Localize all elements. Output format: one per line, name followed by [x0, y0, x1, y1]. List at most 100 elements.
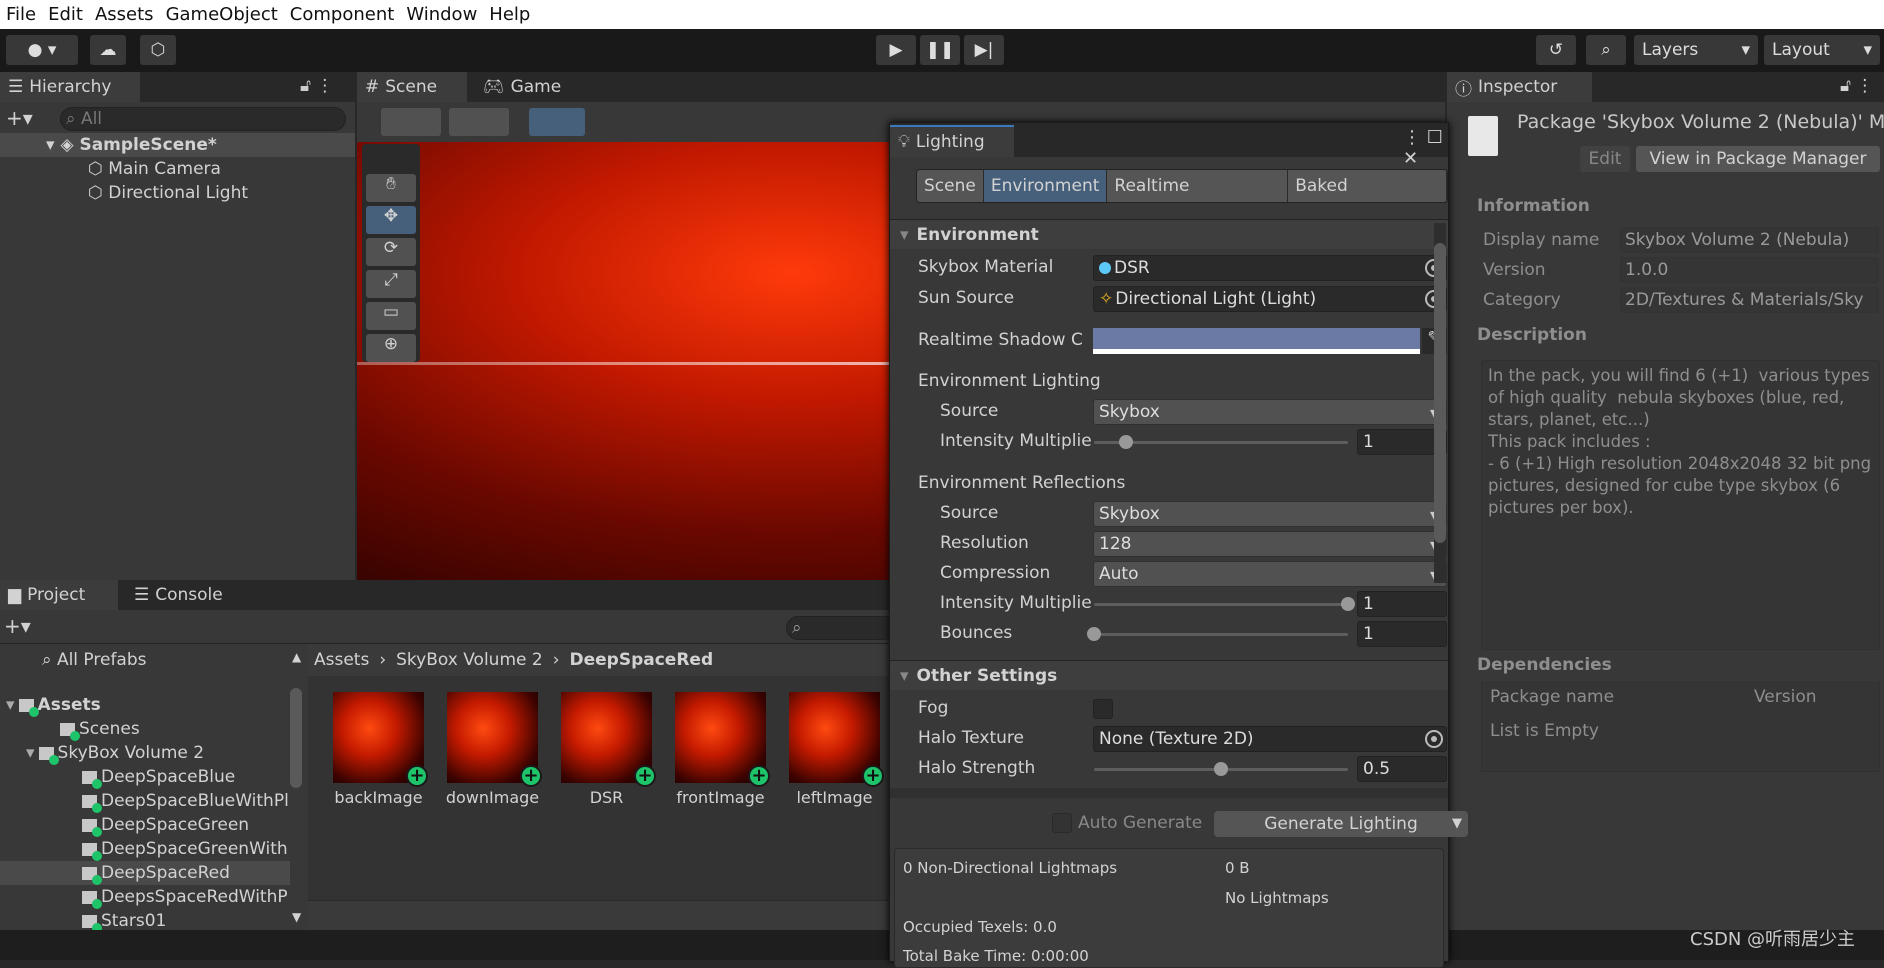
- asset-thumbnail[interactable]: +: [447, 692, 542, 787]
- slider-thumb[interactable]: [1214, 762, 1228, 776]
- halo-strength-field[interactable]: 0.5: [1357, 756, 1447, 782]
- rotate-tool-icon[interactable]: ⟳: [366, 238, 416, 266]
- collab-icon[interactable]: ⬡: [140, 35, 176, 65]
- list-item[interactable]: ⬡ Main Camera: [88, 157, 221, 181]
- halo-texture-field[interactable]: None (Texture 2D): [1093, 726, 1447, 752]
- step-icon[interactable]: ▶|: [964, 35, 1004, 65]
- lighting-tab-baked-lightmaps[interactable]: Baked Lightmaps: [1288, 170, 1447, 202]
- lock-icon[interactable]: 🔓︎ ⋮: [1840, 76, 1873, 96]
- play-icon[interactable]: ▶: [876, 35, 916, 65]
- project-search-input[interactable]: ⌕: [786, 616, 896, 640]
- auto-generate-checkbox[interactable]: [1052, 813, 1072, 833]
- hierarchy-search-input[interactable]: ⌕ All: [60, 107, 346, 131]
- view-in-package-manager-button[interactable]: View in Package Manager: [1636, 146, 1880, 172]
- tree-item[interactable]: DeepSpaceGreen: [0, 813, 290, 837]
- object-picker-icon[interactable]: [1425, 730, 1443, 748]
- grid-snap-button[interactable]: [529, 108, 585, 136]
- create-button[interactable]: +▾: [4, 614, 31, 638]
- draw-mode-dropdown[interactable]: [449, 108, 509, 136]
- pause-icon[interactable]: ❚❚: [920, 35, 960, 65]
- generate-lighting-button[interactable]: Generate Lighting ▼: [1214, 811, 1468, 837]
- layers-dropdown[interactable]: Layers ▾: [1634, 35, 1758, 65]
- menu-window[interactable]: Window: [400, 4, 483, 25]
- reflection-intensity-slider[interactable]: [1094, 597, 1355, 611]
- skybox-material-field[interactable]: DSR: [1093, 255, 1447, 281]
- compression-dropdown[interactable]: Auto: [1093, 561, 1447, 587]
- scale-tool-icon[interactable]: ⤢: [366, 270, 416, 298]
- tree-item[interactable]: ▾ SkyBox Volume 2: [0, 741, 290, 765]
- tree-scrollbar[interactable]: [290, 688, 302, 788]
- environment-section-header[interactable]: ▾ Environment: [890, 219, 1448, 249]
- lighting-tab-realtime-lightmaps[interactable]: Realtime Lightmaps: [1107, 170, 1289, 202]
- tool-handle-dropdown[interactable]: [381, 108, 441, 136]
- bounces-slider[interactable]: [1087, 627, 1348, 641]
- account-button[interactable]: ● ▾: [6, 35, 78, 65]
- tree-item[interactable]: DeepSpaceGreenWith: [0, 837, 290, 861]
- search-icon[interactable]: ⌕: [1586, 35, 1626, 65]
- sun-source-field[interactable]: ✧ Directional Light (Light): [1093, 286, 1447, 312]
- shadow-color-swatch[interactable]: [1093, 328, 1420, 354]
- fog-checkbox[interactable]: [1093, 699, 1113, 719]
- tree-item[interactable]: ▾ Assets: [0, 693, 290, 717]
- bounces-field[interactable]: 1: [1357, 621, 1447, 647]
- tab-scene[interactable]: # Scene: [357, 72, 467, 102]
- tree-item[interactable]: DeepSpaceBlueWithPl: [0, 789, 290, 813]
- list-item[interactable]: ⬡ Directional Light: [88, 181, 248, 205]
- asset-thumbnail[interactable]: +: [561, 692, 656, 787]
- window-controls[interactable]: ⋮ ☐ ✕: [1403, 127, 1448, 169]
- breadcrumb-item[interactable]: DeepSpaceRed: [570, 650, 714, 670]
- reflection-source-dropdown[interactable]: Skybox: [1093, 501, 1447, 527]
- menu-component[interactable]: Component: [284, 4, 401, 25]
- menu-help[interactable]: Help: [483, 4, 536, 25]
- lighting-tab-environment[interactable]: Environment: [983, 170, 1108, 202]
- item-label: All Prefabs: [56, 650, 147, 670]
- tree-item[interactable]: DeepSpaceRed: [0, 861, 290, 885]
- tab-project[interactable]: ▆ Project: [0, 580, 118, 610]
- field-value: 1: [1363, 432, 1374, 452]
- menu-assets[interactable]: Assets: [89, 4, 160, 25]
- asset-thumbnail[interactable]: +: [333, 692, 428, 787]
- menu-edit[interactable]: Edit: [42, 4, 89, 25]
- lighting-tab-scene[interactable]: Scene: [917, 170, 984, 202]
- tree-item[interactable]: Scenes: [0, 717, 290, 741]
- tab-console[interactable]: ☰ Console: [126, 580, 231, 610]
- transform-tool-icon[interactable]: ⊕: [366, 334, 416, 362]
- scene-row[interactable]: ▾ ◈ SampleScene*: [0, 133, 355, 157]
- tab-hierarchy[interactable]: ☰ Hierarchy: [0, 72, 140, 102]
- env-lighting-source-dropdown[interactable]: Skybox: [1093, 399, 1447, 425]
- resolution-dropdown[interactable]: 128: [1093, 531, 1447, 557]
- reflection-intensity-field[interactable]: 1: [1357, 591, 1447, 617]
- lighting-scrollbar[interactable]: [1434, 223, 1446, 583]
- hand-tool-icon[interactable]: ✋︎: [366, 174, 416, 202]
- slider-thumb[interactable]: [1118, 435, 1133, 449]
- fog-label: Fog: [918, 698, 949, 718]
- tab-inspector[interactable]: ⓘ Inspector: [1447, 72, 1592, 102]
- asset-label: DSR: [589, 788, 624, 807]
- asset-thumbnail[interactable]: +: [789, 692, 884, 787]
- menu-gameobject[interactable]: GameObject: [160, 4, 284, 25]
- tab-lighting[interactable]: 💡︎ Lighting: [890, 125, 1014, 157]
- env-lighting-intensity-slider[interactable]: [1094, 435, 1348, 449]
- halo-strength-slider[interactable]: [1094, 762, 1348, 776]
- cloud-icon[interactable]: ☁: [90, 35, 126, 65]
- breadcrumb-item[interactable]: SkyBox Volume 2: [396, 650, 543, 670]
- rect-tool-icon[interactable]: ▭: [366, 302, 416, 330]
- asset-thumbnail[interactable]: +: [675, 692, 770, 787]
- scroll-up-icon[interactable]: ▲: [292, 650, 301, 664]
- breadcrumb-item[interactable]: Assets: [314, 650, 369, 670]
- history-icon[interactable]: ↺: [1536, 35, 1576, 65]
- all-prefabs-item[interactable]: ⌕ All Prefabs: [42, 648, 147, 672]
- add-button[interactable]: +▾: [6, 106, 33, 130]
- layout-dropdown[interactable]: Layout ▾: [1764, 35, 1880, 65]
- tab-game[interactable]: 🎮︎ Game: [475, 72, 569, 102]
- lock-icon[interactable]: 🔓︎ ⋮: [300, 76, 333, 96]
- edit-button[interactable]: Edit: [1580, 146, 1630, 172]
- other-settings-section-header[interactable]: ▾ Other Settings: [890, 660, 1448, 690]
- scroll-down-icon[interactable]: ▼: [292, 910, 301, 924]
- menu-file[interactable]: File: [0, 4, 42, 25]
- tree-item[interactable]: DeepsSpaceRedWithP: [0, 885, 290, 909]
- slider-thumb[interactable]: [1087, 627, 1101, 641]
- move-tool-icon[interactable]: ✥: [366, 206, 416, 234]
- tree-item[interactable]: DeepSpaceBlue: [0, 765, 290, 789]
- slider-thumb[interactable]: [1341, 597, 1355, 611]
